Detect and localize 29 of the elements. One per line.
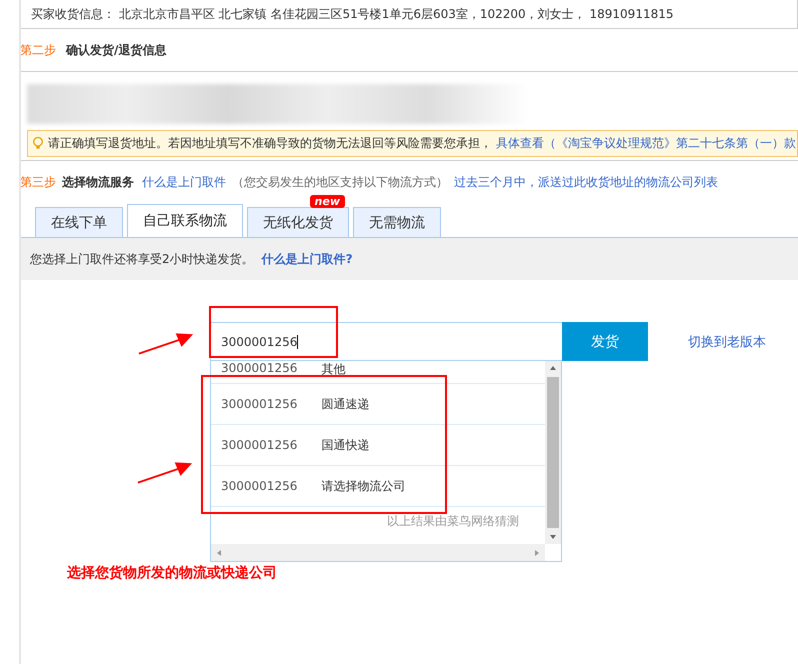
vertical-scrollbar[interactable] <box>545 361 561 544</box>
suggestion-item[interactable]: 3000001256 其他 <box>211 361 545 384</box>
new-badge: new <box>310 195 345 208</box>
tab[interactable]: 在线下单 <box>35 207 123 237</box>
pickup-link[interactable]: 什么是上门取件 <box>142 174 226 190</box>
horizontal-scrollbar[interactable] <box>211 544 545 561</box>
left-arrow-icon[interactable] <box>215 548 223 556</box>
courier-list-link[interactable]: 过去三个月中，派送过此收货地址的物流公司列表 <box>454 174 718 190</box>
buyer-address: 买家收货信息： 北京北京市昌平区 北七家镇 名佳花园三区51号楼1单元6层603室，102200，刘女士， 18910911815 <box>31 6 674 22</box>
tab[interactable]: 无需物流 <box>353 207 441 237</box>
switch-version-link[interactable]: 切换到老版本 <box>688 333 766 351</box>
tracking-number-field[interactable]: 3000001256 <box>210 322 562 361</box>
hint-text: （您交易发生的地区支持以下物流方式） <box>232 174 448 190</box>
right-arrow-icon[interactable] <box>533 548 541 556</box>
rules-link[interactable]: 具体查看（《淘宝争议处理规范》第二十七条第（一）款 <box>496 135 796 152</box>
down-arrow-icon[interactable] <box>549 533 557 541</box>
step-title: 确认发货/退货信息 <box>66 42 166 58</box>
annotation-text: 选择您货物所发的物流或快递公司 <box>67 564 278 582</box>
info-text: 您选择上门取件还将享受2小时快递发货。 <box>30 250 254 268</box>
pickup-link[interactable]: 什么是上门取件? <box>262 250 353 268</box>
step-title: 选择物流服务 <box>62 174 134 190</box>
step-label: 第三步 <box>20 174 56 190</box>
suggestion-note: 以上结果由菜鸟网络猜测 <box>386 513 520 530</box>
tab[interactable]: 无纸化发货 <box>247 207 349 237</box>
up-arrow-icon[interactable] <box>549 364 557 372</box>
lightbulb-icon <box>32 136 44 151</box>
notice-text: 请正确填写退货地址。若因地址填写不准确导致的货物无法退回等风险需要您承担， <box>48 135 492 152</box>
step-label: 第二步 <box>20 42 56 58</box>
tab[interactable]: 自己联系物流 <box>127 204 243 237</box>
